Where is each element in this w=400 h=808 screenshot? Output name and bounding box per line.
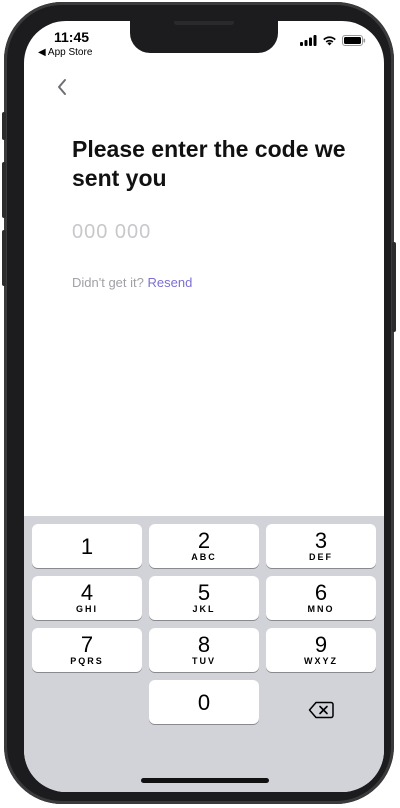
key-1[interactable]: 1	[32, 524, 142, 568]
key-9[interactable]: 9 WXYZ	[266, 628, 376, 672]
key-letters: JKL	[192, 604, 216, 614]
key-digit: 2	[197, 528, 211, 553]
back-to-app-store[interactable]: ◀ App Store	[38, 47, 92, 58]
volume-down-button	[2, 230, 6, 286]
chevron-left-icon	[58, 79, 66, 95]
key-0[interactable]: 0	[149, 680, 259, 724]
key-digit: 9	[314, 632, 328, 657]
resend-link[interactable]: Resend	[147, 275, 192, 290]
screen: 11:45 ◀ App Store Please enter the code …	[24, 21, 384, 792]
resend-prompt: Didn't get it?	[72, 275, 144, 290]
key-7[interactable]: 7 PQRS	[32, 628, 142, 672]
key-digit: 0	[197, 689, 211, 715]
key-digit: 5	[197, 580, 211, 605]
key-digit: 6	[314, 580, 328, 605]
wifi-icon	[323, 36, 336, 46]
numeric-keypad: 1 2 ABC 3 DEF 4 GHI 5 JKL 6 MNO 7 PQRS 8…	[24, 516, 384, 792]
key-8[interactable]: 8 TUV	[149, 628, 259, 672]
key-2[interactable]: 2 ABC	[149, 524, 259, 568]
key-5[interactable]: 5 JKL	[149, 576, 259, 620]
side-button	[2, 112, 6, 140]
key-digit: 8	[197, 632, 211, 657]
key-letters: WXYZ	[304, 656, 338, 666]
delete-key[interactable]	[265, 688, 377, 732]
page-title: Please enter the code we sent you	[72, 136, 346, 191]
key-letters: PQRS	[70, 656, 104, 666]
key-6[interactable]: 6 MNO	[266, 576, 376, 620]
speaker	[174, 21, 234, 25]
notch	[130, 21, 278, 53]
key-letters: ABC	[191, 552, 217, 562]
volume-up-button	[2, 162, 6, 218]
key-letters: GHI	[75, 604, 98, 614]
battery-icon	[342, 35, 366, 46]
key-letters: MNO	[307, 604, 335, 614]
key-4[interactable]: 4 GHI	[32, 576, 142, 620]
status-icons	[300, 35, 366, 46]
resend-row: Didn't get it? Resend	[72, 275, 192, 290]
status-time: 11:45	[54, 29, 90, 45]
key-digit: 1	[80, 533, 94, 559]
key-letters: DEF	[309, 552, 333, 562]
key-digit: 4	[80, 580, 94, 605]
verification-code-input[interactable]	[70, 217, 274, 247]
back-button[interactable]	[50, 75, 74, 99]
key-digit: 3	[314, 528, 328, 553]
phone-frame: 11:45 ◀ App Store Please enter the code …	[2, 2, 396, 804]
home-indicator[interactable]	[141, 778, 269, 783]
key-3[interactable]: 3 DEF	[266, 524, 376, 568]
backspace-icon	[308, 701, 334, 719]
key-letters: TUV	[192, 656, 216, 666]
cellular-signal-icon	[300, 35, 317, 46]
key-digit: 7	[80, 632, 94, 657]
power-button	[392, 242, 396, 332]
